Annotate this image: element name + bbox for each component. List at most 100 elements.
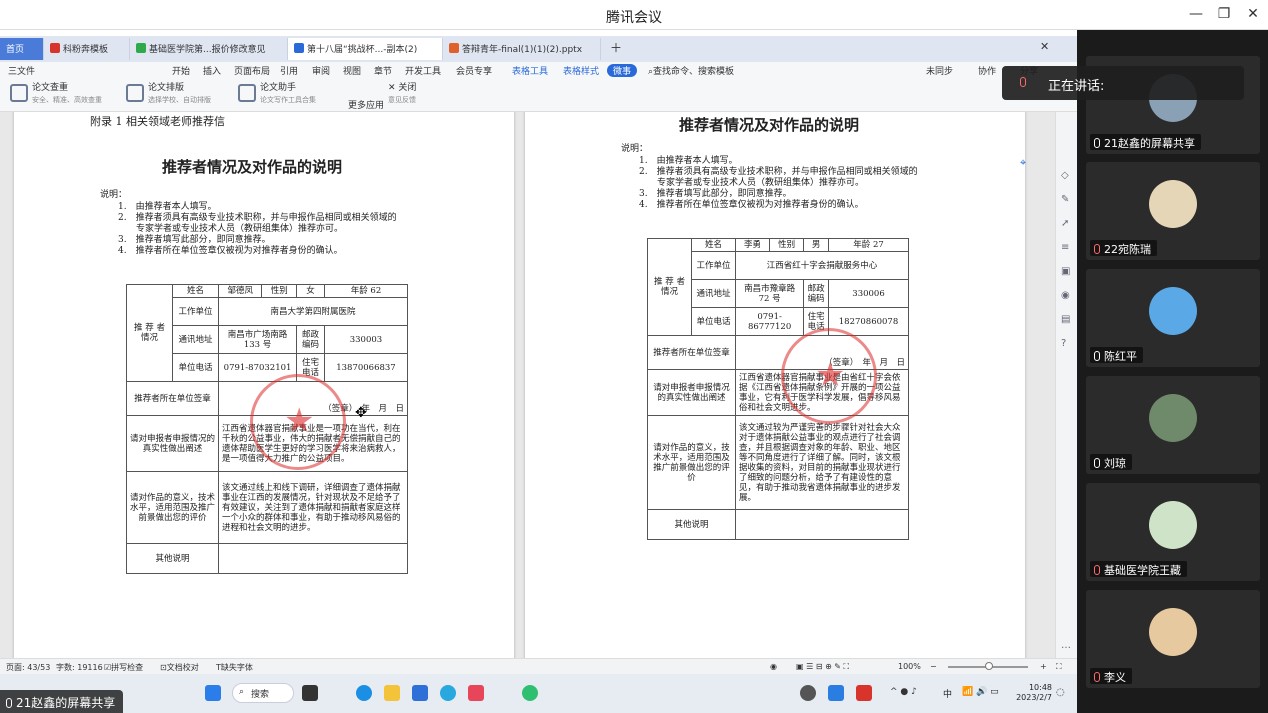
sync-status[interactable]: 未同步 bbox=[926, 64, 953, 77]
missing-font[interactable]: T缺失字体 bbox=[216, 662, 253, 673]
close-icon[interactable]: ✕ bbox=[1243, 6, 1263, 22]
menu-start[interactable]: 开始 bbox=[172, 64, 190, 77]
participant-tile[interactable]: 陈红平 bbox=[1086, 269, 1260, 367]
tab-sheet[interactable]: 基础医学院第...报价修改意见 bbox=[130, 38, 288, 60]
cell-work-label: 工作单位 bbox=[172, 297, 219, 326]
menu-layout[interactable]: 页面布局 bbox=[234, 64, 270, 77]
ribbon-plagiarism[interactable]: 论文查重 安全、精准、高效查重 bbox=[6, 80, 102, 108]
cell-name-label: 姓名 bbox=[691, 238, 736, 252]
tab-pptx[interactable]: 答辩青年-final(1)(1)(2).pptx bbox=[443, 38, 601, 60]
participant-tile[interactable]: 刘琼 bbox=[1086, 376, 1260, 474]
task-view-icon[interactable] bbox=[302, 685, 318, 701]
menu-devtools[interactable]: 开发工具 bbox=[405, 64, 441, 77]
app-icon[interactable] bbox=[468, 685, 484, 701]
menu-reference[interactable]: 引用 bbox=[280, 64, 298, 77]
tray-icons[interactable]: ^ ● ♪ bbox=[890, 687, 917, 697]
wps-close-icon[interactable]: ✕ bbox=[1040, 40, 1049, 53]
tab-active-document[interactable]: 第十八届“挑战杯...-副本(2) bbox=[288, 38, 443, 60]
menu-view[interactable]: 视图 bbox=[343, 64, 361, 77]
collab-button[interactable]: 协作 bbox=[978, 64, 996, 77]
feedback-link[interactable]: 意见反馈 bbox=[388, 95, 416, 105]
wps-taskbar-icon[interactable] bbox=[856, 685, 872, 701]
document-format-icon bbox=[126, 84, 144, 102]
cell-addr: 南昌市广场南路 133 号 bbox=[217, 325, 298, 354]
select-icon[interactable]: ◇ bbox=[1061, 170, 1069, 181]
participant-name: 基础医学院王藏 bbox=[1090, 561, 1187, 577]
minimize-icon[interactable]: — bbox=[1186, 6, 1206, 22]
doc-proof-label: 文档校对 bbox=[166, 663, 199, 672]
spell-check[interactable]: ☑拼写检查 bbox=[104, 662, 143, 673]
speaking-text: 正在讲话: bbox=[1048, 79, 1105, 94]
pen-icon[interactable]: ✎ bbox=[1061, 194, 1069, 205]
cell-addr-label: 通讯地址 bbox=[691, 279, 736, 308]
tencent-meeting-icon[interactable] bbox=[522, 685, 538, 701]
eye-icon[interactable]: ◉ bbox=[770, 662, 777, 671]
mic-icon bbox=[1094, 351, 1100, 361]
taskbar-clock[interactable]: 10:48 2023/2/7 bbox=[1012, 683, 1052, 703]
help-icon[interactable]: ? bbox=[1061, 338, 1066, 349]
word-count[interactable]: 字数: 19116 bbox=[56, 662, 103, 673]
participant-panel: 21赵鑫的屏幕共享 22宛陈瑞 陈红平 刘琼 基础医学院王藏 李义 bbox=[1077, 30, 1268, 713]
participant-tile[interactable]: 李义 bbox=[1086, 590, 1260, 688]
network-volume-icon[interactable]: 📶 🔊 ▭ bbox=[962, 687, 999, 697]
browser-icon[interactable] bbox=[440, 685, 456, 701]
zoom-in-icon[interactable]: + bbox=[1040, 662, 1047, 671]
ribbon-assistant[interactable]: 论文助手 论文写作工具合集 bbox=[234, 80, 316, 108]
doc-proof[interactable]: ⊡文档校对 bbox=[160, 662, 199, 673]
participant-tile[interactable]: 22宛陈瑞 bbox=[1086, 162, 1260, 260]
cell-real-label: 请对申报者申报情况的真实性做出阐述 bbox=[126, 415, 219, 472]
cursor-icon[interactable]: ➚ bbox=[1061, 218, 1069, 229]
tab-home[interactable]: 首页 bbox=[0, 38, 44, 60]
location-icon[interactable]: ◉ bbox=[1061, 290, 1070, 301]
ribbon-layout[interactable]: 论文排版 选择学校、自动排版 bbox=[122, 80, 211, 108]
ime-indicator[interactable]: 中 bbox=[943, 687, 952, 700]
ribbon-close[interactable]: ✕ 关闭 意见反馈 bbox=[384, 80, 416, 108]
window-title: 腾讯会议 bbox=[606, 10, 662, 26]
ribbon-more-apps[interactable]: 更多应用 bbox=[344, 80, 384, 111]
windows-start-icon[interactable] bbox=[205, 685, 221, 701]
new-tab-icon[interactable]: ＋ bbox=[610, 39, 622, 56]
adjust-icon[interactable]: ≡ bbox=[1061, 242, 1069, 253]
tab-template[interactable]: 科粉奔模板 bbox=[44, 38, 130, 60]
cell-addr: 南昌市豫章路 72 号 bbox=[734, 279, 805, 308]
tray-chart-icon[interactable] bbox=[828, 685, 844, 701]
menu-section[interactable]: 章节 bbox=[374, 64, 392, 77]
page-count[interactable]: 页面: 43/53 bbox=[6, 662, 50, 673]
fullscreen-icon[interactable]: ⛶ bbox=[1056, 662, 1062, 672]
restore-icon[interactable]: ❐ bbox=[1214, 6, 1234, 22]
taskbar-search[interactable]: ⌕ 搜索 bbox=[232, 683, 294, 703]
mail-icon[interactable] bbox=[412, 685, 428, 701]
location-pin-icon[interactable]: ⌖ bbox=[1020, 156, 1026, 170]
participant-name: 22宛陈瑞 bbox=[1090, 240, 1157, 256]
menu-insert[interactable]: 插入 bbox=[203, 64, 221, 77]
cell-zip: 330003 bbox=[323, 325, 409, 354]
avatar bbox=[1149, 501, 1197, 549]
more-icon[interactable]: … bbox=[1061, 640, 1071, 651]
book-icon[interactable]: ▤ bbox=[1061, 314, 1070, 325]
participant-tile[interactable]: 基础医学院王藏 bbox=[1086, 483, 1260, 581]
cell-zip-label: 邮政编码 bbox=[803, 279, 830, 308]
file-explorer-icon[interactable] bbox=[384, 685, 400, 701]
zoom-out-icon[interactable]: − bbox=[930, 662, 937, 671]
document-canvas[interactable]: 附录 1 相关领域老师推荐信 推荐者情况及对作品的说明 说明： 1. 由推荐者本… bbox=[0, 112, 1055, 658]
menu-member[interactable]: 会员专享 bbox=[456, 64, 492, 77]
zoom-level[interactable]: 100% bbox=[898, 662, 921, 671]
toolbox-icon[interactable]: ▣ bbox=[1061, 266, 1070, 277]
cell-significance-label: 请对作品的意义，技术水平，适用范围及推广前景做出您的评价 bbox=[647, 415, 736, 510]
cell-significance: 该文通过较为严谨完善的步骤针对社会大众对于遗体捐献公益事业的观点进行了社会调查，… bbox=[735, 415, 909, 510]
menu-review[interactable]: 审阅 bbox=[312, 64, 330, 77]
ribbon-title: 关闭 bbox=[398, 83, 417, 93]
participant-name: 李义 bbox=[1090, 668, 1132, 684]
zoom-slider-handle[interactable] bbox=[985, 662, 993, 670]
edge-browser-icon[interactable] bbox=[356, 685, 372, 701]
notification-icon[interactable]: ◌ bbox=[1056, 687, 1065, 698]
command-search[interactable]: ⌕查找命令、搜索模板 bbox=[648, 64, 734, 77]
tray-app-icon[interactable] bbox=[800, 685, 816, 701]
page-view-icon[interactable]: ▣ ☰ ⊟ ⊕ ✎ ⛶ bbox=[796, 662, 849, 672]
menu-micro[interactable]: 微事 bbox=[607, 64, 638, 77]
avatar bbox=[1149, 394, 1197, 442]
menu-table-tools[interactable]: 表格工具 bbox=[512, 64, 548, 77]
wps-sheet-icon bbox=[136, 43, 146, 53]
menu-table-style[interactable]: 表格样式 bbox=[563, 64, 599, 77]
menu-file[interactable]: 三文件 bbox=[8, 64, 35, 77]
